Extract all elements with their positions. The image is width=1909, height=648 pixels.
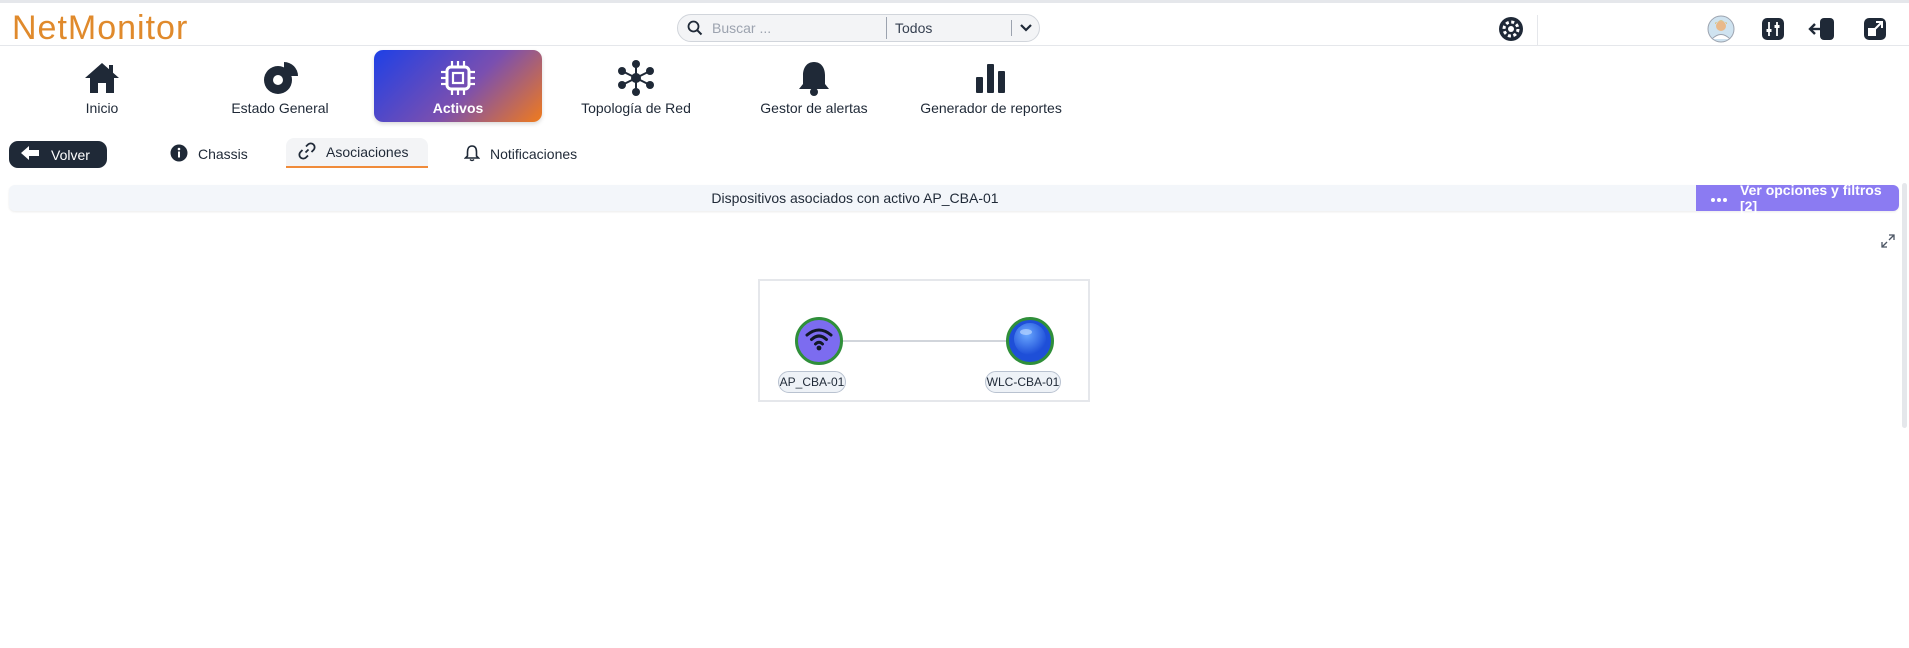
arrow-left-icon bbox=[21, 146, 39, 163]
graph-node-label: WLC-CBA-01 bbox=[985, 371, 1061, 393]
tab-notificaciones[interactable]: Notificaciones bbox=[463, 140, 578, 168]
tab-asociaciones[interactable]: Asociaciones bbox=[286, 138, 428, 168]
nav-item-estado-general[interactable]: Estado General bbox=[220, 50, 340, 122]
bar-chart-icon bbox=[974, 58, 1008, 98]
pie-chart-icon bbox=[260, 58, 300, 98]
tab-label: Chassis bbox=[198, 146, 248, 162]
options-filters-button[interactable]: Ver opciones y filtros [2] bbox=[1696, 182, 1899, 214]
home-icon bbox=[83, 58, 121, 98]
associations-info-bar: Dispositivos asociados con activo AP_CBA… bbox=[9, 182, 1899, 214]
tab-label: Asociaciones bbox=[326, 144, 409, 160]
search-separator bbox=[886, 17, 887, 39]
header: NetMonitor Todos bbox=[0, 3, 1909, 48]
nav-label: Topología de Red bbox=[581, 100, 691, 116]
more-dots-icon bbox=[1710, 190, 1728, 206]
expand-icon[interactable] bbox=[1880, 233, 1896, 249]
controller-icon bbox=[1012, 321, 1048, 362]
wifi-icon bbox=[804, 326, 834, 357]
sliders-icon[interactable] bbox=[1759, 15, 1787, 43]
graph-node-wlc[interactable] bbox=[1006, 317, 1054, 365]
bell-icon bbox=[797, 58, 831, 98]
search-icon bbox=[678, 15, 712, 41]
nav-label: Gestor de alertas bbox=[760, 100, 868, 116]
search-filter-select[interactable]: Todos bbox=[895, 20, 1011, 36]
link-icon bbox=[298, 141, 316, 163]
graph-edge bbox=[820, 340, 1020, 342]
back-button-label: Volver bbox=[51, 146, 90, 163]
app-logo[interactable]: NetMonitor bbox=[12, 9, 188, 48]
tab-chassis[interactable]: Chassis bbox=[170, 140, 248, 168]
nav-item-gestor-de-alertas[interactable]: Gestor de alertas bbox=[753, 50, 875, 122]
associations-title: Dispositivos asociados con activo AP_CBA… bbox=[711, 190, 999, 206]
nav-label: Generador de reportes bbox=[920, 100, 1062, 116]
nav-item-inicio[interactable]: Inicio bbox=[42, 50, 162, 122]
logout-icon[interactable] bbox=[1808, 15, 1836, 43]
scrollbar[interactable] bbox=[1902, 183, 1907, 428]
chip-icon bbox=[438, 58, 478, 98]
nav-item-topologia-de-red[interactable]: Topología de Red bbox=[575, 50, 697, 122]
nav-item-activos[interactable]: Activos bbox=[374, 50, 542, 122]
nav-label: Activos bbox=[432, 100, 484, 116]
avatar[interactable] bbox=[1707, 15, 1735, 43]
graph-node-label: AP_CBA-01 bbox=[778, 371, 846, 393]
association-graph: AP_CBA-01 WLC-CBA-01 bbox=[758, 279, 1090, 402]
network-icon bbox=[617, 58, 655, 98]
search-input[interactable] bbox=[712, 15, 882, 41]
gear-icon[interactable] bbox=[1497, 15, 1525, 43]
options-filters-label: Ver opciones y filtros [2] bbox=[1740, 182, 1882, 214]
nav-label: Inicio bbox=[85, 100, 119, 116]
tab-label: Notificaciones bbox=[490, 146, 578, 162]
bell-icon bbox=[463, 144, 481, 165]
nav-item-generador-de-reportes[interactable]: Generador de reportes bbox=[920, 50, 1062, 122]
chevron-down-icon[interactable] bbox=[1011, 20, 1039, 36]
nav-label: Estado General bbox=[231, 100, 329, 116]
back-button[interactable]: Volver bbox=[9, 141, 107, 168]
graph-node-ap[interactable] bbox=[795, 317, 843, 365]
header-separator bbox=[1537, 15, 1538, 45]
info-icon bbox=[170, 144, 188, 165]
external-link-icon[interactable] bbox=[1861, 15, 1889, 43]
search-bar: Todos bbox=[677, 14, 1040, 42]
